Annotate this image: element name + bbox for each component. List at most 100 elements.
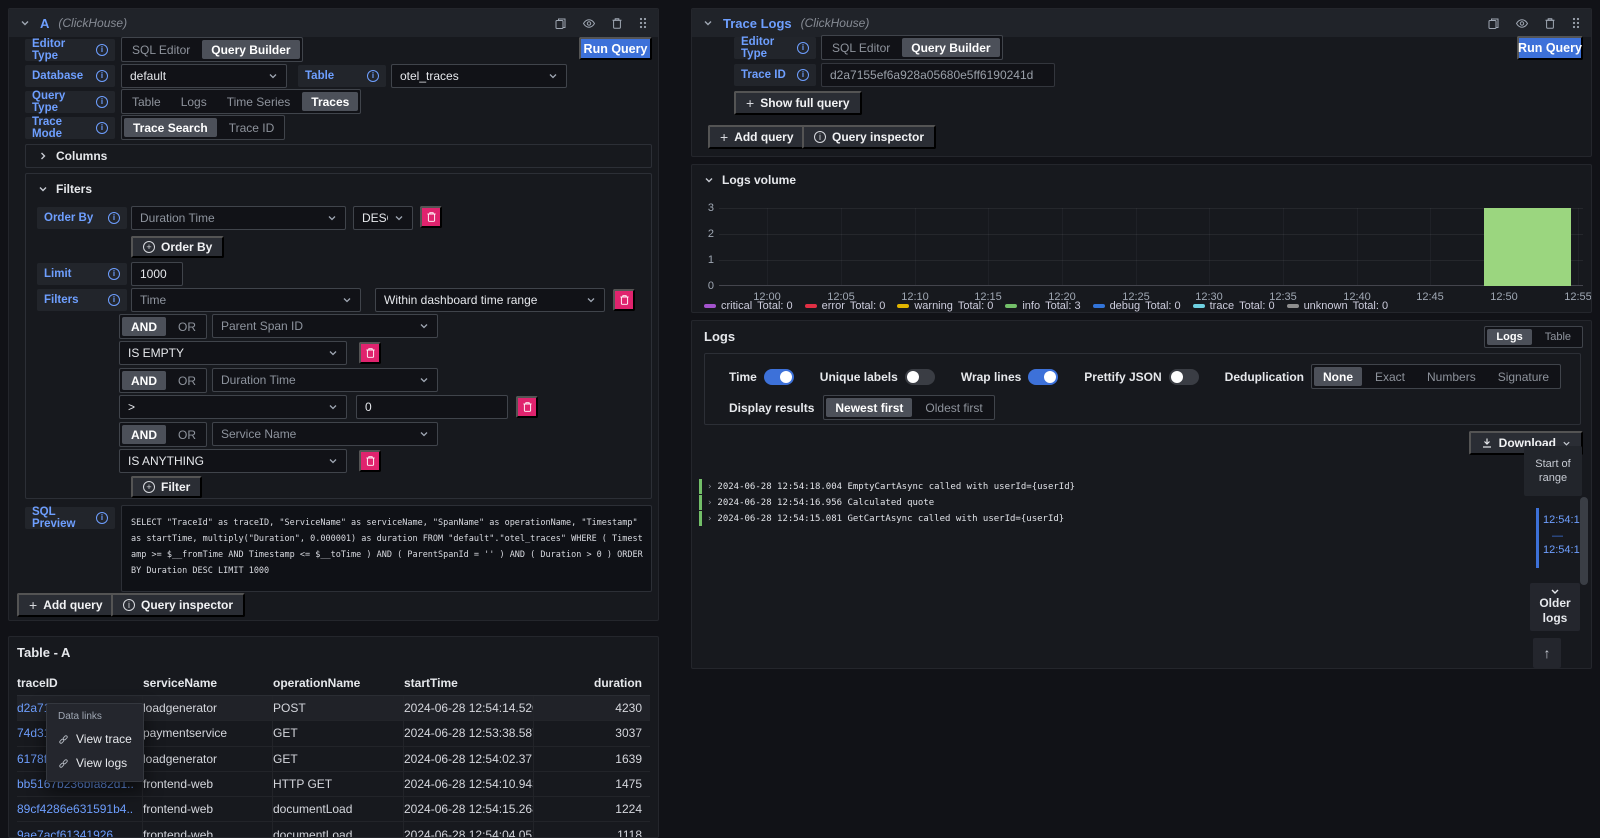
add-query-button-trace-logs[interactable]: +Add query — [708, 125, 806, 149]
dedup-option-numbers[interactable]: Numbers — [1416, 365, 1487, 388]
column-header-traceid[interactable]: traceID — [17, 676, 143, 690]
and-option[interactable]: AND — [122, 425, 166, 444]
run-query-button-trace-logs[interactable]: Run Query — [1517, 36, 1583, 60]
condition-3-operator-select[interactable]: IS ANYTHING — [119, 449, 347, 473]
legend-item-info[interactable]: infoTotal: 3 — [1005, 300, 1080, 312]
add-query-button-a[interactable]: +Add query — [17, 593, 115, 617]
order-by-direction-select[interactable]: DESC — [353, 206, 413, 230]
log-line[interactable]: › 2024-06-28 12:54:15.081 GetCartAsync c… — [699, 511, 1064, 526]
drag-handle-icon[interactable] — [1571, 16, 1581, 30]
eye-icon[interactable] — [1515, 17, 1529, 30]
view-trace-menu-item[interactable]: View trace — [47, 727, 143, 751]
and-option[interactable]: AND — [122, 317, 166, 336]
remove-condition-1-button[interactable] — [359, 342, 381, 364]
order-by-field-select[interactable]: Duration Time — [131, 206, 346, 230]
trace-id-link[interactable]: 9ae7acf61341926... — [17, 828, 123, 838]
trace-mode-option-search[interactable]: Trace Search — [124, 118, 217, 137]
trash-icon[interactable] — [611, 17, 623, 30]
remove-order-by-button[interactable] — [420, 206, 442, 228]
editor-type-option-builder[interactable]: Query Builder — [202, 40, 299, 59]
view-option-table[interactable]: Table — [1534, 327, 1582, 347]
condition-2-operator-select[interactable]: > — [119, 395, 347, 419]
condition-3-field-select[interactable]: Service Name — [212, 422, 438, 446]
log-line[interactable]: › 2024-06-28 12:54:18.004 EmptyCartAsync… — [699, 479, 1075, 494]
trace-id-link[interactable]: 89cf4286e631591b4... — [17, 802, 134, 816]
wrap-lines-toggle[interactable] — [1028, 369, 1058, 385]
display-option-oldest[interactable]: Oldest first — [914, 396, 993, 419]
table-select[interactable]: otel_traces — [391, 64, 567, 88]
remove-condition-2-button[interactable] — [516, 396, 538, 418]
database-select[interactable]: default — [121, 64, 287, 88]
filters-section-header[interactable]: Filters — [26, 174, 651, 196]
editor-type-option-sql[interactable]: SQL Editor — [122, 38, 200, 61]
condition-2-value-input[interactable]: 0 — [356, 395, 508, 419]
query-type-option-timeseries[interactable]: Time Series — [217, 90, 301, 113]
query-type-option-table[interactable]: Table — [122, 90, 171, 113]
legend-item-warning[interactable]: warningTotal: 0 — [897, 300, 993, 312]
or-option[interactable]: OR — [168, 423, 206, 446]
logs-volume-header[interactable]: Logs volume — [692, 165, 1591, 187]
time-field-select[interactable]: Time — [131, 288, 361, 312]
legend-item-debug[interactable]: debugTotal: 0 — [1093, 300, 1181, 312]
prettify-json-toggle[interactable] — [1169, 369, 1199, 385]
time-toggle-label: Time — [729, 370, 757, 384]
info-logs-bar[interactable] — [1484, 208, 1571, 286]
column-header-servicename[interactable]: serviceName — [143, 676, 273, 690]
query-type-option-logs[interactable]: Logs — [171, 90, 217, 113]
condition-1-field-select[interactable]: Parent Span ID — [212, 314, 438, 338]
column-header-starttime[interactable]: startTime — [404, 676, 534, 690]
remove-condition-3-button[interactable] — [359, 450, 381, 472]
drag-handle-icon[interactable] — [638, 16, 648, 30]
column-header-duration[interactable]: duration — [534, 676, 650, 690]
or-option[interactable]: OR — [168, 315, 206, 338]
legend-item-trace[interactable]: traceTotal: 0 — [1193, 300, 1275, 312]
legend-item-unknown[interactable]: unknownTotal: 0 — [1287, 300, 1389, 312]
dedup-option-none[interactable]: None — [1314, 367, 1362, 386]
copy-icon[interactable] — [554, 17, 567, 30]
dedup-option-exact[interactable]: Exact — [1364, 365, 1416, 388]
and-option[interactable]: AND — [122, 371, 166, 390]
add-filter-button[interactable]: +Filter — [131, 476, 202, 498]
dedup-option-signature[interactable]: Signature — [1487, 365, 1560, 388]
show-full-query-button[interactable]: +Show full query — [734, 91, 862, 115]
columns-section[interactable]: Columns — [25, 144, 652, 168]
add-order-by-button[interactable]: +Order By — [131, 236, 224, 258]
view-logs-menu-item[interactable]: View logs — [47, 751, 143, 775]
run-query-button-a[interactable]: Run Query — [579, 37, 652, 60]
remove-time-filter-button[interactable] — [613, 289, 635, 311]
legend-item-error[interactable]: errorTotal: 0 — [805, 300, 886, 312]
trace-id-input[interactable]: d2a7155ef6a928a05680e5ff6190241d — [821, 63, 1055, 87]
y-tick: 1 — [698, 254, 714, 266]
trace-mode-option-id[interactable]: Trace ID — [219, 116, 285, 139]
legend-swatch — [1193, 304, 1205, 308]
column-header-operationname[interactable]: operationName — [273, 676, 404, 690]
unique-labels-toggle[interactable] — [905, 369, 935, 385]
logs-scrollbar-thumb[interactable] — [1580, 497, 1588, 585]
scroll-to-top-button[interactable]: ↑ — [1533, 638, 1561, 668]
or-option[interactable]: OR — [168, 369, 206, 392]
query-type-option-traces[interactable]: Traces — [302, 92, 358, 111]
editor-type-option-sql[interactable]: SQL Editor — [822, 36, 900, 59]
eye-icon[interactable] — [582, 17, 596, 30]
view-option-logs[interactable]: Logs — [1487, 329, 1531, 345]
service-name-cell: frontend-web — [143, 797, 273, 821]
plus-icon: + — [29, 597, 37, 613]
condition-2-field-select[interactable]: Duration Time — [212, 368, 438, 392]
display-option-newest[interactable]: Newest first — [826, 398, 912, 417]
editor-type-option-builder[interactable]: Query Builder — [902, 38, 999, 57]
collapse-chevron-icon[interactable] — [19, 17, 31, 29]
condition-1-operator-select[interactable]: IS EMPTY — [119, 341, 347, 365]
limit-input[interactable]: 1000 — [131, 262, 183, 286]
query-inspector-button-trace-logs[interactable]: iQuery inspector — [802, 125, 936, 149]
older-logs-button[interactable]: Older logs — [1530, 583, 1580, 631]
copy-icon[interactable] — [1487, 17, 1500, 30]
time-range-select[interactable]: Within dashboard time range — [375, 288, 605, 312]
legend-item-critical[interactable]: criticalTotal: 0 — [704, 300, 793, 312]
trash-icon[interactable] — [1544, 17, 1556, 30]
panel-a-datasource: (ClickHouse) — [58, 16, 127, 30]
log-line[interactable]: › 2024-06-28 12:54:16.956 Calculated quo… — [699, 495, 934, 510]
log-level-indicator — [699, 479, 702, 494]
time-toggle[interactable] — [764, 369, 794, 385]
collapse-chevron-icon[interactable] — [702, 17, 714, 29]
query-inspector-button-a[interactable]: iQuery inspector — [111, 593, 245, 617]
